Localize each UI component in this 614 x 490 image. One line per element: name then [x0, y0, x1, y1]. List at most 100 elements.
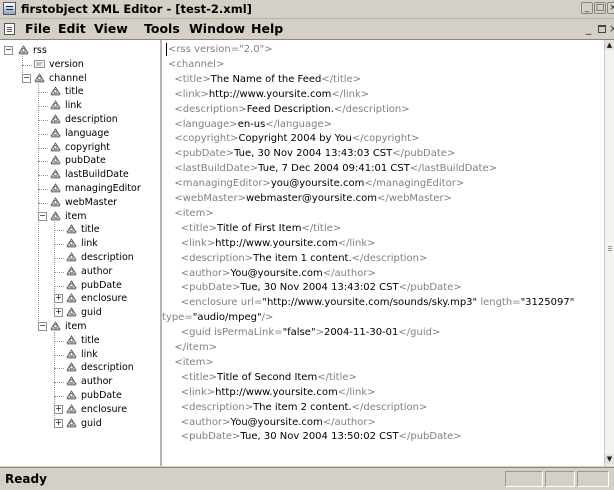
code-line[interactable]: type="audio/mpeg"/> — [162, 311, 273, 324]
code-line[interactable]: <link>http://www.yoursite.com</link> — [168, 237, 376, 250]
code-line[interactable]: <copyright>Copyright 2004 by You</copyri… — [168, 132, 419, 145]
document-icon[interactable] — [4, 23, 15, 35]
xml-markup: <description> — [168, 103, 247, 115]
code-line[interactable]: <channel> — [168, 58, 224, 71]
xml-tree-panel[interactable]: rss version channel − title link description la… — [0, 40, 162, 466]
code-line[interactable]: <link>http://www.yoursite.com</link> — [168, 386, 376, 399]
menu-window[interactable]: Window — [189, 21, 245, 36]
scroll-down-icon[interactable]: ▼ — [605, 454, 614, 464]
element-icon — [66, 404, 77, 414]
tree-connector — [54, 368, 64, 370]
scroll-thumb[interactable] — [605, 50, 614, 454]
xml-markup: </description> — [351, 401, 428, 413]
xml-markup: <lastBuildDate> — [168, 163, 259, 175]
code-line[interactable]: <language>en-us</language> — [168, 118, 332, 131]
scroll-up-icon[interactable]: ▲ — [605, 40, 614, 50]
tree-connector — [54, 354, 64, 356]
document-minimize-icon[interactable]: _ — [583, 23, 594, 35]
menu-bar: File Edit View Tools Window Help _ × — [0, 19, 614, 40]
menu-edit[interactable]: Edit — [58, 21, 86, 36]
code-line[interactable]: <item> — [168, 356, 213, 369]
vertical-scrollbar[interactable]: ▲ ▼ — [604, 40, 614, 466]
title-bar[interactable]: firstobject XML Editor - [test-2.xml] _ … — [0, 0, 614, 19]
tree-node-label: description — [65, 114, 118, 125]
code-line[interactable]: <rss version="2.0"> — [168, 43, 273, 56]
code-line[interactable]: <description>The item 1 content.</descri… — [168, 252, 428, 265]
menu-tools[interactable]: Tools — [144, 21, 180, 36]
xml-markup: </title> — [317, 371, 357, 383]
expand-icon[interactable]: + — [54, 308, 63, 318]
xml-markup: <webMaster> — [168, 193, 246, 204]
menu-view[interactable]: View — [94, 21, 128, 36]
xml-source-editor[interactable]: <rss version="2.0"> <channel> <title>The … — [162, 40, 604, 466]
element-icon — [66, 348, 77, 359]
code-line[interactable]: <webMaster>webmaster@yoursite.com</webMa… — [168, 192, 452, 205]
maximize-icon[interactable]: □ — [594, 2, 606, 14]
code-line[interactable]: <author>You@yoursite.com</author> — [168, 267, 376, 280]
collapse-icon[interactable]: − — [38, 211, 47, 221]
code-line[interactable]: <pubDate>Tue, 30 Nov 2004 13:43:02 CST</… — [168, 281, 462, 294]
code-line[interactable]: <guid isPermaLink="false">2004-11-30-01<… — [168, 326, 441, 339]
collapse-icon[interactable]: − — [22, 73, 31, 83]
xml-value: Title of First Item — [217, 222, 302, 234]
code-line[interactable]: <item> — [168, 207, 214, 220]
xml-value: Copyright 2004 by You — [238, 133, 352, 145]
menu-help[interactable]: Help — [251, 21, 283, 36]
code-line[interactable]: <author>You@yoursite.com</author> — [168, 416, 376, 429]
app-icon — [3, 2, 16, 15]
code-line[interactable]: <pubDate>Tue, 30 Nov 2004 13:43:03 CST</… — [168, 147, 455, 160]
xml-markup: </title> — [301, 222, 342, 234]
minimize-icon[interactable]: _ — [581, 2, 593, 14]
code-line[interactable]: <title>Title of First Item</title> — [168, 222, 341, 235]
xml-value: Tue, 7 Dec 2004 09:41:01 CST — [258, 163, 410, 175]
attribute-icon — [34, 59, 45, 69]
expand-icon[interactable]: + — [54, 418, 63, 428]
close-icon[interactable]: × — [607, 2, 614, 14]
expand-icon[interactable]: + — [54, 404, 63, 414]
code-line[interactable]: <title>The Name of the Feed</title> — [168, 73, 361, 86]
text-cursor — [166, 43, 167, 56]
xml-value: Tue, 30 Nov 2004 13:43:02 CST — [240, 282, 399, 294]
code-line[interactable]: <lastBuildDate>Tue, 7 Dec 2004 09:41:01 … — [168, 162, 497, 175]
tree-node-label: pubDate — [81, 279, 122, 291]
code-line[interactable]: <title>Title of Second Item</title> — [168, 371, 357, 384]
menu-file[interactable]: File — [25, 21, 51, 36]
element-icon — [66, 266, 77, 276]
collapse-icon[interactable]: − — [4, 46, 13, 55]
xml-markup: <description> — [168, 401, 254, 413]
element-icon — [66, 335, 77, 345]
xml-markup: </link> — [337, 386, 376, 398]
code-line[interactable]: <link>http://www.yoursite.com</link> — [168, 88, 369, 101]
xml-markup: <item> — [168, 207, 214, 219]
code-line[interactable]: <description>Feed Description.</descript… — [168, 103, 409, 116]
xml-markup: </item> — [168, 342, 218, 353]
collapse-icon[interactable]: − — [38, 322, 47, 331]
tree-connector — [38, 202, 48, 204]
xml-markup: </copyright> — [351, 133, 420, 145]
tree-connector — [54, 258, 64, 259]
code-line[interactable]: </item> — [168, 341, 217, 354]
element-icon — [66, 390, 77, 400]
tree-node-label: enclosure — [81, 293, 128, 305]
xml-value: http://www.yoursite.com — [215, 237, 338, 249]
document-close-icon[interactable]: × — [608, 23, 614, 35]
code-line[interactable]: <description>The item 2 content.</descri… — [168, 401, 428, 414]
xml-value: "http://www.yoursite.com/sounds/sky.mp3" — [262, 297, 478, 309]
xml-markup: </author> — [322, 416, 376, 428]
document-restore-icon[interactable] — [596, 24, 607, 35]
code-line[interactable]: <pubDate>Tue, 30 Nov 2004 13:50:02 CST</… — [168, 430, 462, 443]
element-icon — [66, 417, 77, 428]
element-icon — [66, 279, 77, 290]
element-icon — [66, 307, 77, 317]
tree-node-label: copyright — [65, 141, 111, 153]
xml-markup: <pubDate> — [168, 431, 241, 443]
tree-connector — [38, 120, 48, 121]
code-line[interactable]: <enclosure url="http://www.yoursite.com/… — [168, 296, 575, 309]
expand-icon[interactable]: + — [54, 294, 63, 304]
tree-connector — [22, 56, 23, 79]
window-title: firstobject XML Editor - [test-2.xml] — [21, 2, 252, 16]
code-line[interactable]: <managingEditor>you@yoursite.com</managi… — [168, 177, 464, 190]
xml-value: webmaster@yoursite.com — [245, 193, 377, 204]
xml-markup: <language> — [168, 118, 238, 130]
tree-node-label: item — [65, 321, 87, 332]
